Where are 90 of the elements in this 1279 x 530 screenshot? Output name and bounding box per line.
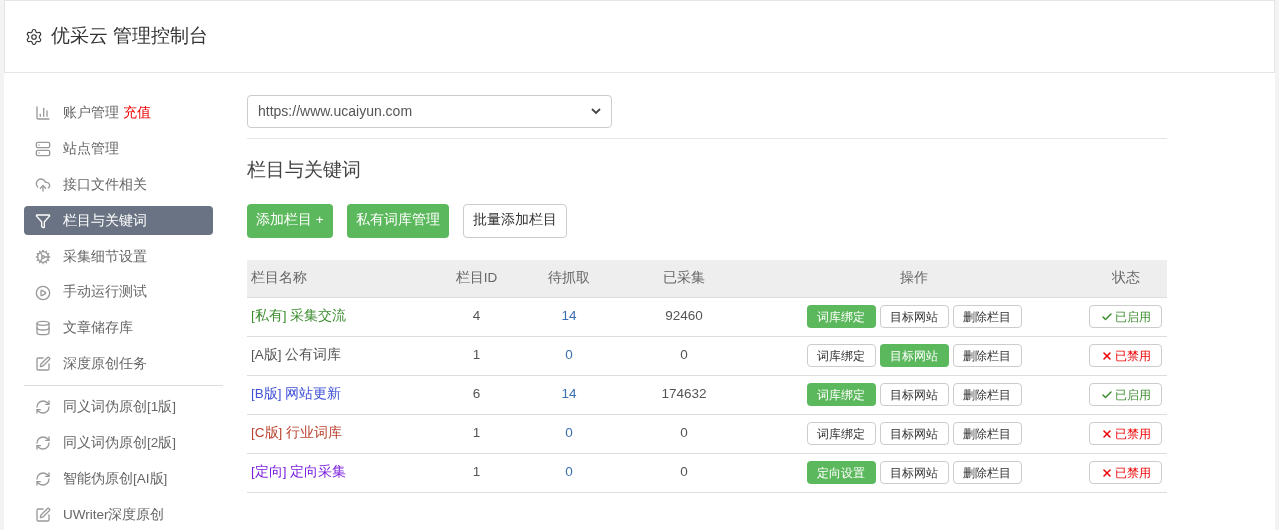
sidebar-label: 接口文件相关: [63, 175, 147, 194]
action-button[interactable]: 删除栏目: [952, 422, 1022, 445]
sidebar-label: 同义词伪原创[1版]: [63, 398, 176, 417]
column-header: 状态: [1110, 268, 1141, 287]
sidebar-label: 深度原创任务: [63, 355, 147, 374]
column-header: 操作: [899, 268, 929, 287]
table-cell-text: 0: [564, 346, 574, 365]
table-cell-text: 14: [560, 385, 578, 404]
status-button[interactable]: 已启用: [1089, 305, 1162, 328]
cross-icon: [1100, 466, 1113, 479]
action-button[interactable]: 目标网站: [879, 305, 949, 328]
sidebar-label: 采集细节设置: [63, 247, 147, 266]
action-button[interactable]: 目标网站: [879, 422, 949, 445]
table-cell-text: 4: [471, 307, 482, 326]
table-cell-text: 1: [471, 463, 482, 482]
edit-icon: [35, 356, 51, 373]
sidebar-item[interactable]: 手动运行测试: [24, 278, 213, 308]
sidebar-item[interactable]: 账户管理 充值: [24, 98, 213, 128]
sidebar-label: 栏目与关键词: [63, 211, 147, 230]
action-button[interactable]: 删除栏目: [952, 383, 1022, 406]
sidebar-label: 账户管理: [63, 103, 119, 122]
status-button[interactable]: 已禁用: [1089, 422, 1162, 445]
action-button[interactable]: 词库绑定: [806, 422, 876, 445]
column-header: 栏目名称: [250, 268, 308, 287]
console-title: 优采云 管理控制台: [51, 24, 209, 49]
table-cell-text: 0: [679, 424, 689, 443]
table-cell-text: 0: [564, 463, 574, 482]
filter-icon: [35, 212, 51, 229]
table-cell-text: 174632: [660, 385, 708, 404]
site-select[interactable]: https://www.ucaiyun.com: [247, 95, 612, 128]
table-cell-text: 0: [679, 463, 689, 482]
toolbar-button[interactable]: 批量添加栏目: [462, 203, 567, 238]
sidebar-label: UWriter深度原创: [63, 505, 165, 524]
action-button[interactable]: 词库绑定: [806, 344, 876, 367]
sidebar-item[interactable]: 采集细节设置: [24, 242, 213, 272]
sidebar-item[interactable]: 同义词伪原创[1版]: [24, 392, 213, 422]
action-button[interactable]: 删除栏目: [952, 344, 1022, 367]
play-icon: [35, 284, 51, 301]
column-header: 已采集: [662, 268, 706, 287]
table-cell-text: 0: [679, 346, 689, 365]
refresh-icon: [35, 435, 51, 452]
edit-icon: [35, 507, 51, 524]
refresh-icon: [35, 471, 51, 488]
cross-icon: [1100, 349, 1113, 362]
table-cell-text: 92460: [664, 307, 704, 326]
column-name: [B版] 网站更新: [250, 385, 343, 404]
column-name: [定向] 定向采集: [250, 463, 348, 482]
sidebar-item[interactable]: 深度原创任务: [24, 349, 213, 379]
table-cell-text: 6: [471, 385, 482, 404]
section-heading: 栏目与关键词: [247, 158, 362, 182]
settings-icon: [25, 27, 43, 46]
action-button[interactable]: 删除栏目: [952, 305, 1022, 328]
column-name: [A版] 公有词库: [250, 346, 343, 365]
table-cell-text: 14: [560, 307, 578, 326]
check-icon: [1100, 388, 1113, 401]
sidebar-label: 手动运行测试: [63, 283, 147, 302]
status-button[interactable]: 已禁用: [1089, 461, 1162, 484]
refresh-icon: [35, 399, 51, 416]
recharge-link[interactable]: 充值: [123, 102, 151, 124]
check-icon: [1100, 310, 1113, 323]
sidebar-item[interactable]: UWriter深度原创: [24, 500, 213, 530]
column-header: 待抓取: [547, 268, 591, 287]
action-button[interactable]: 目标网站: [879, 461, 949, 484]
sidebar-label: 站点管理: [63, 139, 119, 158]
sidebar-item[interactable]: 智能伪原创[AI版]: [24, 464, 213, 494]
column-name: [C版] 行业词库: [250, 424, 344, 443]
server-icon: [35, 140, 51, 157]
sidebar-label: 文章储存库: [63, 319, 133, 338]
action-button[interactable]: 目标网站: [879, 383, 949, 406]
table-cell-text: 0: [564, 424, 574, 443]
status-button[interactable]: 已启用: [1089, 383, 1162, 406]
sidebar-item[interactable]: 同义词伪原创[2版]: [24, 428, 213, 458]
database-icon: [35, 320, 51, 337]
bar-chart-icon: [35, 104, 51, 121]
gears-icon: [35, 248, 51, 265]
sidebar-label: 智能伪原创[AI版]: [63, 470, 168, 489]
sidebar-item[interactable]: 站点管理: [24, 134, 213, 164]
column-header: 栏目ID: [454, 268, 499, 287]
sidebar-item[interactable]: 文章储存库: [24, 314, 213, 343]
table-cell-text: 1: [471, 346, 482, 365]
action-button[interactable]: 删除栏目: [952, 461, 1022, 484]
cross-icon: [1100, 427, 1113, 440]
sidebar-item[interactable]: 栏目与关键词: [24, 206, 213, 236]
table-cell-text: 1: [471, 424, 482, 443]
status-button[interactable]: 已禁用: [1089, 344, 1162, 367]
column-name: [私有] 采集交流: [250, 307, 348, 326]
cloud-upload-icon: [35, 176, 51, 193]
sidebar-label: 同义词伪原创[2版]: [63, 434, 176, 453]
sidebar-item[interactable]: 接口文件相关: [24, 170, 213, 200]
chevron-down-icon: [591, 108, 601, 115]
